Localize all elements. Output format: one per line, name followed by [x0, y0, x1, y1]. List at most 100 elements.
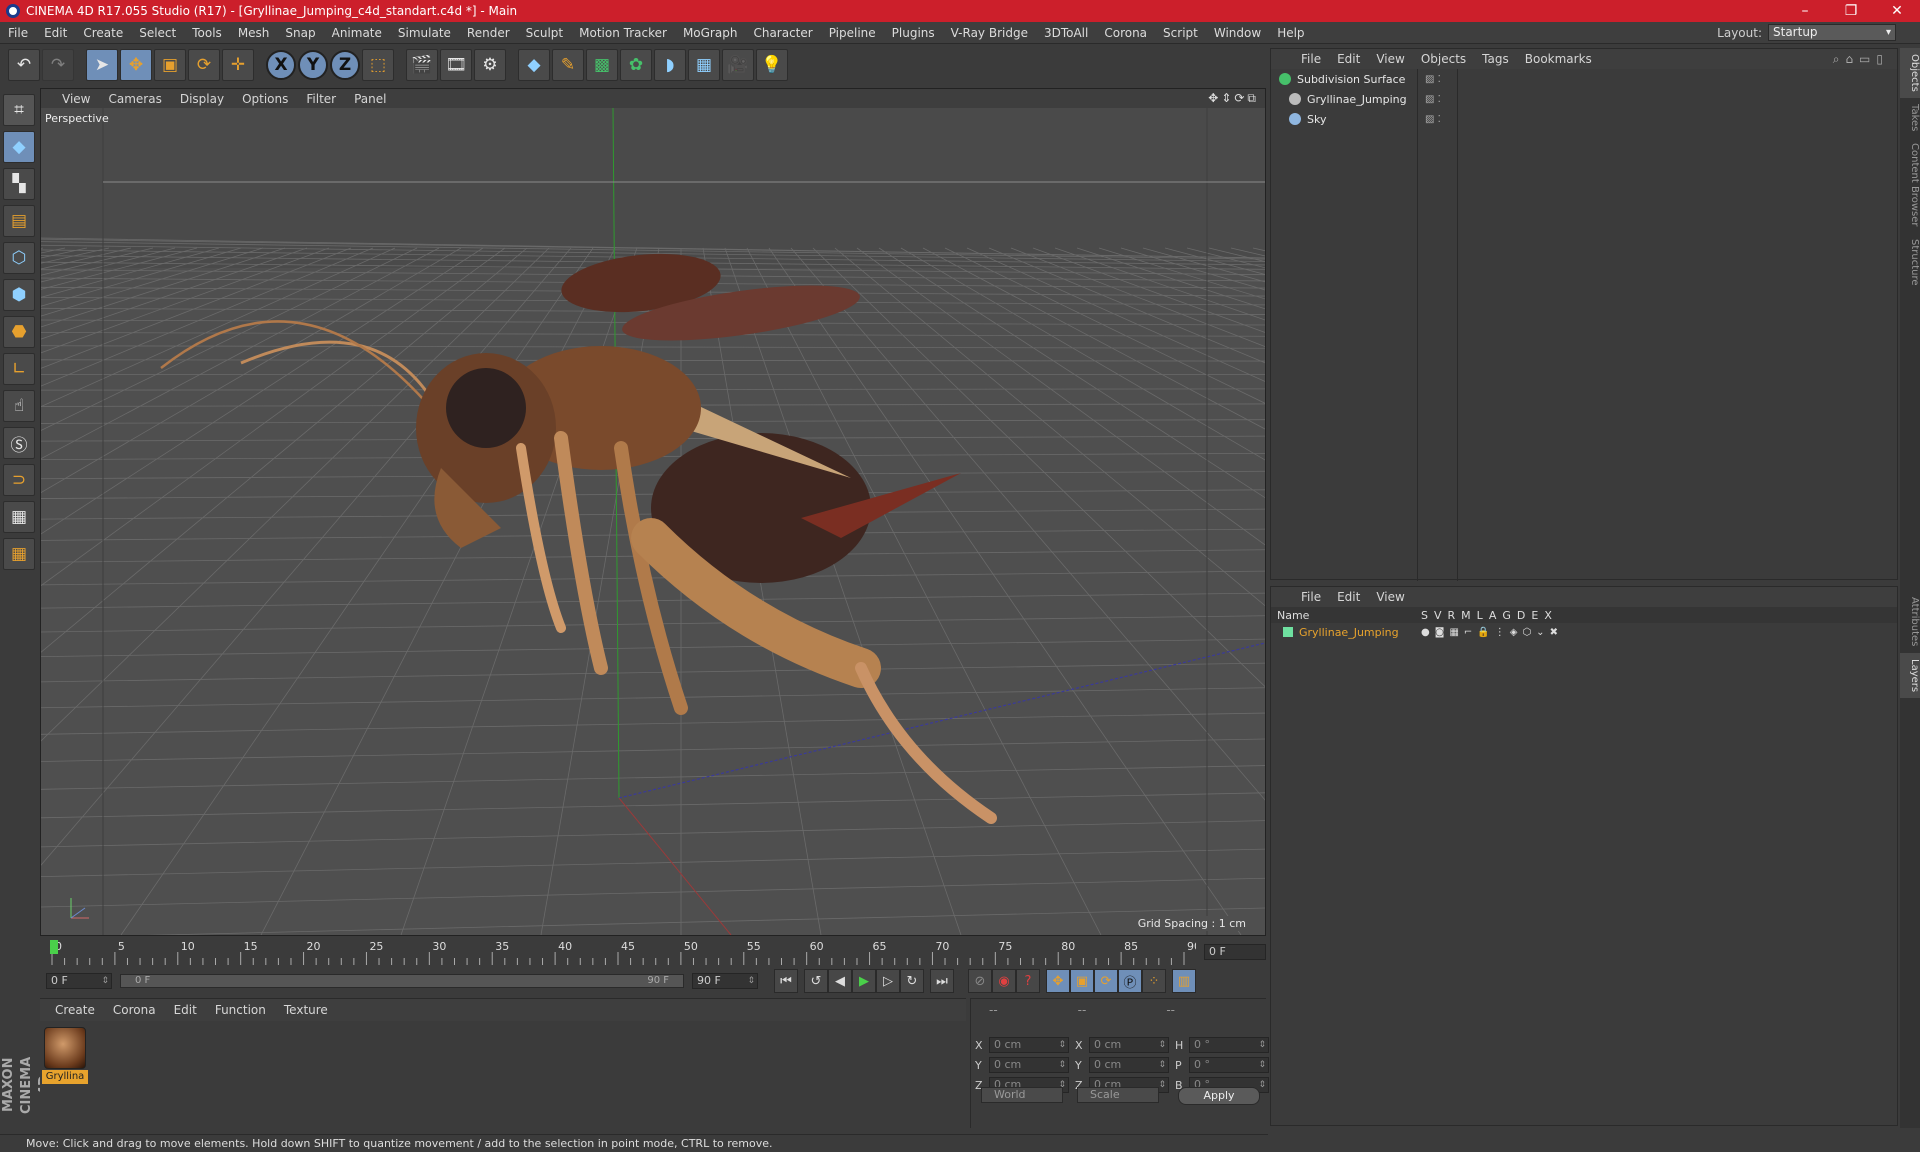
- auto-keying-icon[interactable]: ?: [1016, 969, 1040, 993]
- menu-3dtoall[interactable]: 3DToAll: [1036, 26, 1096, 40]
- maximize-button[interactable]: ❐: [1828, 0, 1874, 22]
- viewport-menu-display[interactable]: Display: [171, 92, 233, 106]
- menu-render[interactable]: Render: [459, 26, 518, 40]
- viewport-canvas[interactable]: [41, 108, 1265, 935]
- menu-mograph[interactable]: MoGraph: [675, 26, 746, 40]
- layout-dropdown[interactable]: Startup: [1768, 24, 1896, 41]
- minimize-button[interactable]: –: [1782, 0, 1828, 22]
- texture-mode-icon[interactable]: ▚: [3, 168, 35, 200]
- light-icon[interactable]: 💡: [756, 49, 788, 81]
- visibility-toggle-icon[interactable]: ▨ ⁚: [1425, 114, 1441, 125]
- object-name[interactable]: Gryllinae_Jumping: [1307, 93, 1407, 106]
- menu-character[interactable]: Character: [745, 26, 820, 40]
- camera-icon[interactable]: 🎥: [722, 49, 754, 81]
- menu-select[interactable]: Select: [131, 26, 184, 40]
- layer-name[interactable]: Gryllinae_Jumping: [1299, 626, 1399, 639]
- menu-plugins[interactable]: Plugins: [884, 26, 943, 40]
- material-menu-corona[interactable]: Corona: [104, 1003, 165, 1017]
- object-name[interactable]: Sky: [1307, 113, 1326, 126]
- menu-file[interactable]: File: [0, 26, 36, 40]
- key-scale-icon[interactable]: ▣: [1070, 969, 1094, 993]
- menu-create[interactable]: Create: [75, 26, 131, 40]
- object-manager-tools-icon[interactable]: ⌕⌂▭▯: [1833, 52, 1889, 67]
- object-name[interactable]: Subdivision Surface: [1297, 73, 1405, 86]
- previous-frame-icon[interactable]: ◀: [828, 969, 852, 993]
- end-frame-field[interactable]: 90 F: [692, 973, 758, 989]
- axis-mode-icon[interactable]: ∟: [3, 353, 35, 385]
- frame-range-slider[interactable]: 0 F 90 F: [120, 974, 684, 988]
- planar-workplane-icon[interactable]: ▦: [3, 538, 35, 570]
- floor-icon[interactable]: ▦: [688, 49, 720, 81]
- coord-value-field[interactable]: 0 °: [1189, 1037, 1269, 1053]
- workplane-icon[interactable]: ▤: [3, 205, 35, 237]
- object-row[interactable]: Gryllinae_Jumping ▨ ⁚: [1271, 89, 1895, 109]
- select-arrow-icon[interactable]: ➤: [86, 49, 118, 81]
- z-axis-icon[interactable]: Z: [330, 50, 360, 80]
- x-axis-icon[interactable]: X: [266, 50, 296, 80]
- object-row[interactable]: Subdivision Surface ▨ ⁚: [1271, 69, 1895, 89]
- scale-icon[interactable]: ▣: [154, 49, 186, 81]
- menu-corona[interactable]: Corona: [1096, 26, 1155, 40]
- material-menu-function[interactable]: Function: [206, 1003, 275, 1017]
- previous-keyframe-icon[interactable]: ↺: [804, 969, 828, 993]
- object-menu-edit[interactable]: Edit: [1329, 52, 1368, 66]
- redo-icon[interactable]: ↷: [42, 49, 74, 81]
- undo-icon[interactable]: ↶: [8, 49, 40, 81]
- side-tab-attributes[interactable]: Attributes: [1900, 591, 1920, 652]
- render-view-icon[interactable]: 🎬: [406, 49, 438, 81]
- layer-color-swatch[interactable]: [1283, 627, 1293, 637]
- polygons-mode-icon[interactable]: ⬣: [3, 316, 35, 348]
- next-frame-icon[interactable]: ▷: [876, 969, 900, 993]
- play-icon[interactable]: ▶: [852, 969, 876, 993]
- object-mode-icon[interactable]: ◆: [3, 131, 35, 163]
- material-menu-create[interactable]: Create: [46, 1003, 104, 1017]
- material-menu-edit[interactable]: Edit: [165, 1003, 206, 1017]
- current-frame-field[interactable]: 0 F: [1204, 944, 1266, 960]
- side-tab-content-browser[interactable]: Content Browser: [1900, 137, 1920, 232]
- start-frame-field[interactable]: 0 F: [46, 973, 112, 989]
- timeline[interactable]: 051015202530354045505560657075808590 0 F: [40, 938, 1266, 966]
- go-to-start-icon[interactable]: ⏮: [774, 969, 798, 993]
- snap-magnet-icon[interactable]: ⊃: [3, 464, 35, 496]
- viewport-menu-cameras[interactable]: Cameras: [99, 92, 170, 106]
- key-pla-icon[interactable]: ⁘: [1142, 969, 1166, 993]
- render-picture-viewer-icon[interactable]: 🎞: [440, 49, 472, 81]
- layer-row[interactable]: Gryllinae_Jumping ● ◙ ▦ ⌐ 🔒 ⋮ ◈ ⬡ ⌄ ✖: [1271, 623, 1897, 641]
- coord-value-field[interactable]: 0 cm: [989, 1037, 1069, 1053]
- viewport[interactable]: View Cameras Display Options Filter Panel ✥⇕⟳…: [40, 88, 1266, 936]
- motion-record-icon[interactable]: ⊘: [968, 969, 992, 993]
- menu-tools[interactable]: Tools: [184, 26, 230, 40]
- menu-motion-tracker[interactable]: Motion Tracker: [571, 26, 675, 40]
- menu-window[interactable]: Window: [1206, 26, 1269, 40]
- menu-pipeline[interactable]: Pipeline: [821, 26, 884, 40]
- viewport-menu-view[interactable]: View: [53, 92, 99, 106]
- points-mode-icon[interactable]: ⬡: [3, 242, 35, 274]
- object-menu-file[interactable]: File: [1293, 52, 1329, 66]
- material-name[interactable]: Gryllina: [42, 1070, 88, 1084]
- viewport-nav-icons[interactable]: ✥⇕⟳⧉: [1208, 91, 1259, 106]
- mograph-cloner-icon[interactable]: ✿: [620, 49, 652, 81]
- object-menu-tags[interactable]: Tags: [1474, 52, 1517, 66]
- key-parameter-icon[interactable]: Ⓟ: [1118, 969, 1142, 993]
- timeline-window-icon[interactable]: ▥: [1172, 969, 1196, 993]
- rotate-icon[interactable]: ⟳: [188, 49, 220, 81]
- visibility-toggle-icon[interactable]: ▨ ⁚: [1425, 94, 1441, 105]
- side-tab-takes[interactable]: Takes: [1900, 98, 1920, 137]
- move-icon[interactable]: ✥: [120, 49, 152, 81]
- object-menu-objects[interactable]: Objects: [1413, 52, 1474, 66]
- apply-button[interactable]: Apply: [1178, 1087, 1260, 1105]
- menu-animate[interactable]: Animate: [324, 26, 390, 40]
- go-to-end-icon[interactable]: ⏭: [930, 969, 954, 993]
- coord-value-field[interactable]: 0 cm: [1089, 1037, 1169, 1053]
- coordinate-mode-dropdown[interactable]: World: [981, 1087, 1063, 1103]
- menu-simulate[interactable]: Simulate: [390, 26, 459, 40]
- viewport-menu-panel[interactable]: Panel: [345, 92, 395, 106]
- coord-value-field[interactable]: 0 cm: [1089, 1057, 1169, 1073]
- layer-menu-edit[interactable]: Edit: [1329, 590, 1368, 604]
- menu-script[interactable]: Script: [1155, 26, 1206, 40]
- model-mode-icon[interactable]: ⌗: [3, 94, 35, 126]
- key-rotation-icon[interactable]: ⟳: [1094, 969, 1118, 993]
- cube-icon[interactable]: ◆: [518, 49, 550, 81]
- material-menu-texture[interactable]: Texture: [275, 1003, 337, 1017]
- render-settings-icon[interactable]: ⚙: [474, 49, 506, 81]
